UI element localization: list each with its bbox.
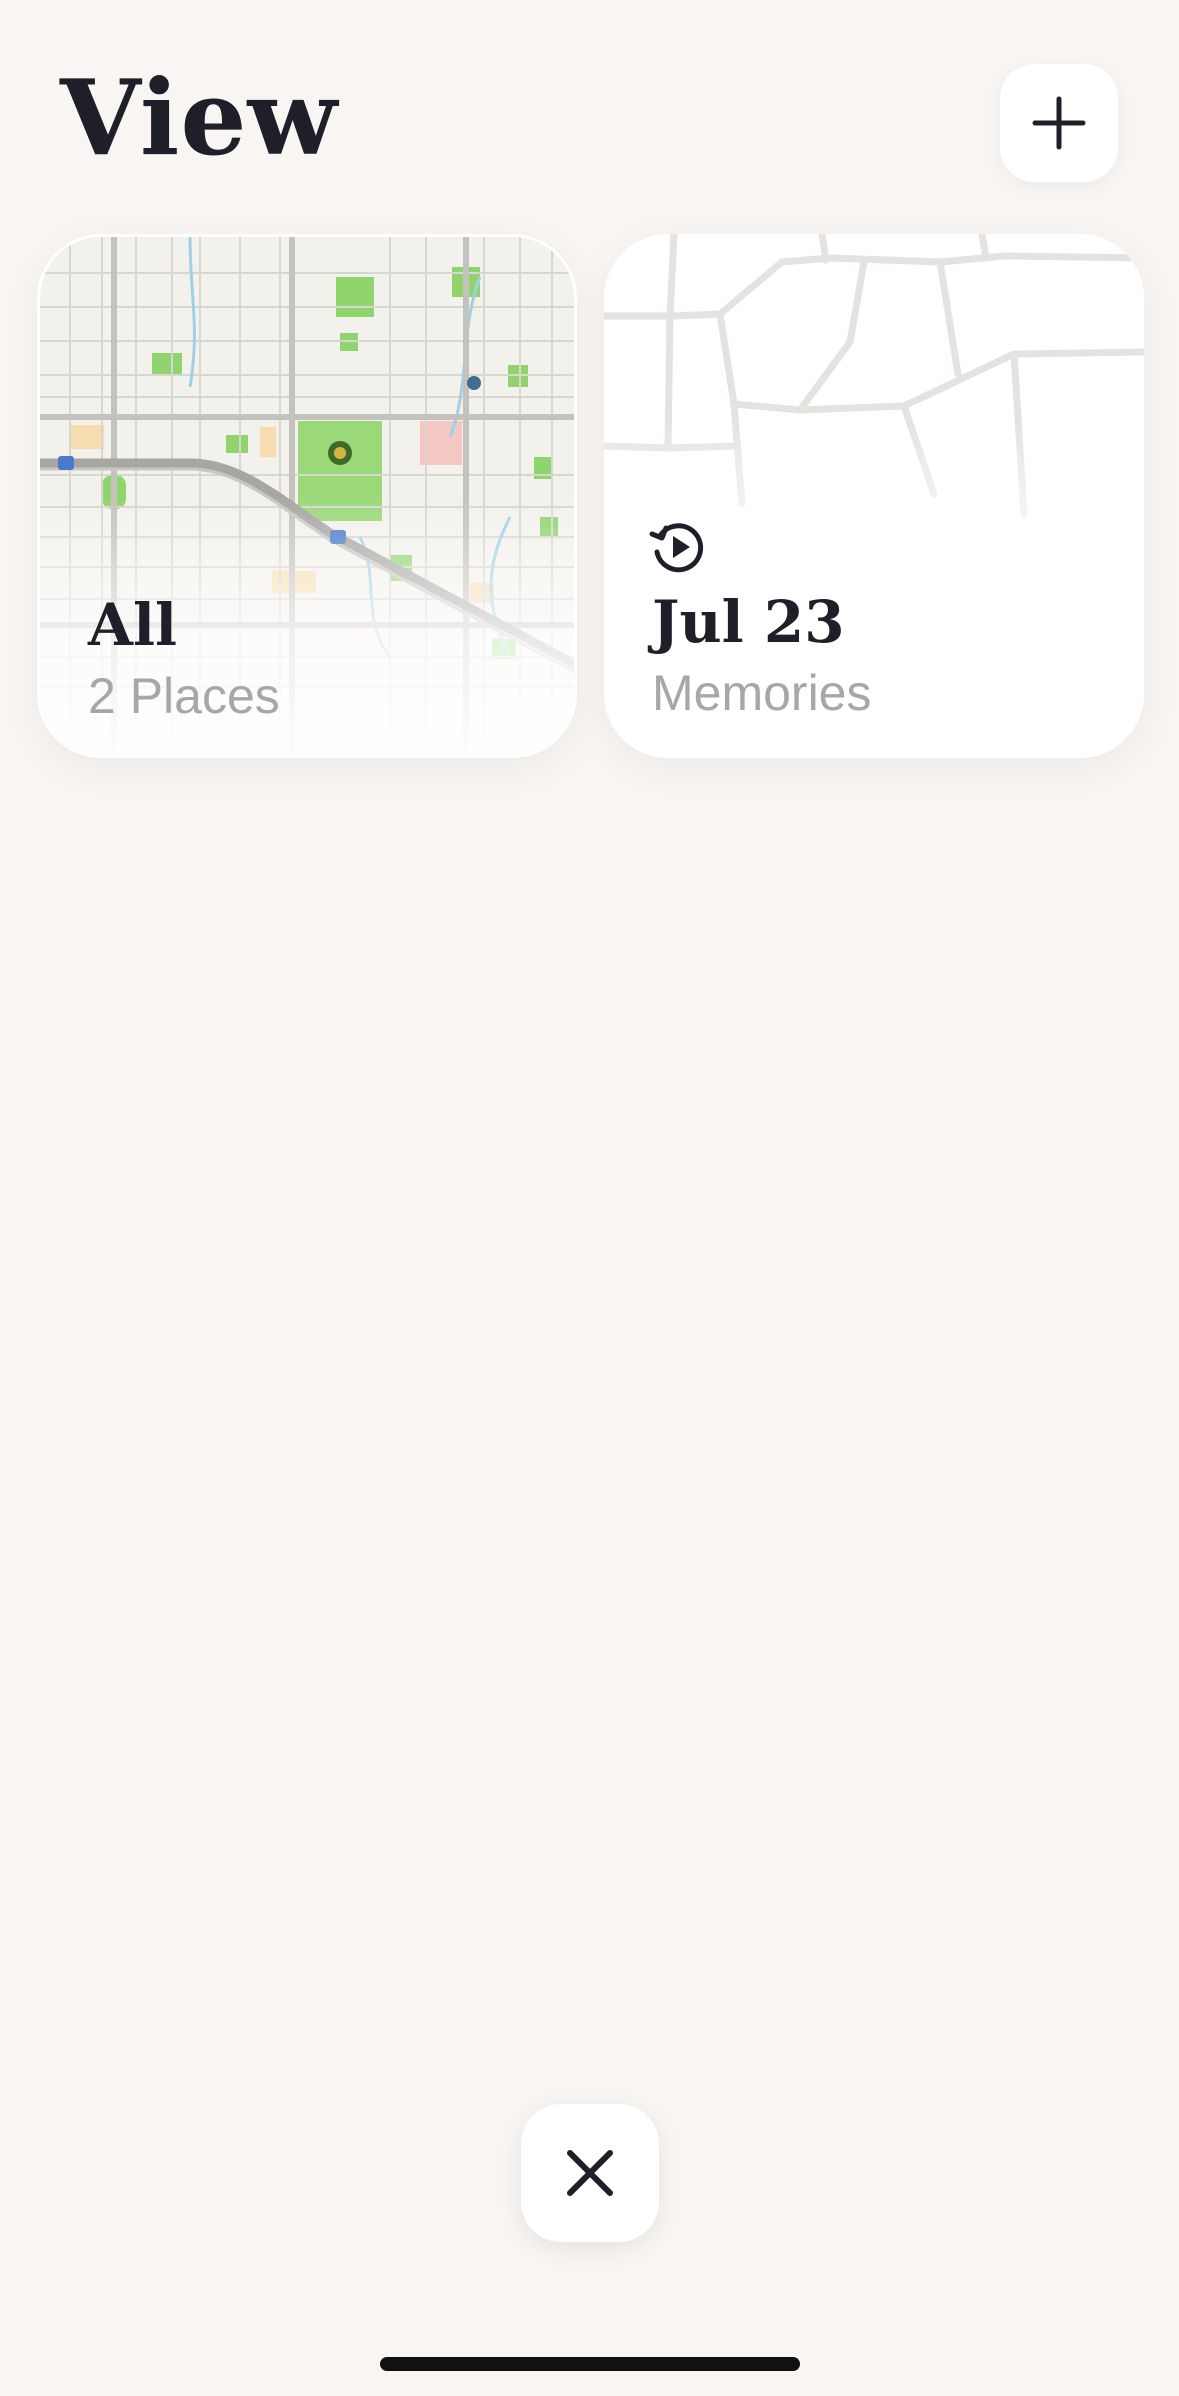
add-button[interactable] bbox=[1000, 64, 1118, 182]
memories-card-title: Jul 23 bbox=[652, 588, 845, 656]
close-button[interactable] bbox=[521, 2104, 659, 2242]
memories-card[interactable]: Jul 23 Memories bbox=[604, 234, 1144, 758]
close-icon bbox=[567, 2150, 613, 2196]
home-indicator[interactable] bbox=[380, 2357, 800, 2371]
all-card-title: All bbox=[88, 591, 178, 659]
all-card-subtitle: 2 Places bbox=[88, 668, 280, 724]
all-places-card[interactable]: All 2 Places bbox=[37, 234, 577, 758]
replay-memory-icon bbox=[649, 523, 704, 573]
page-title: View bbox=[60, 56, 339, 179]
plus-icon bbox=[1032, 96, 1086, 150]
memories-card-subtitle: Memories bbox=[652, 665, 872, 721]
